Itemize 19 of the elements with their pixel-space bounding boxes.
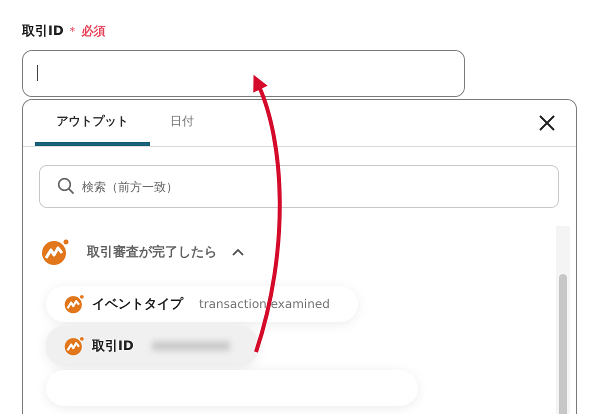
search-field[interactable]: 検索（前方一致） xyxy=(39,165,559,208)
search-icon xyxy=(57,177,75,195)
field-label: 取引ID xyxy=(22,23,64,40)
app-logo-icon xyxy=(64,336,84,356)
item-label: 取引ID xyxy=(92,338,134,355)
group-title[interactable]: 取引審査が完了したら xyxy=(87,243,217,261)
chevron-icon[interactable] xyxy=(231,247,245,257)
text-input-field[interactable] xyxy=(22,50,465,97)
text-cursor xyxy=(37,65,38,81)
app-logo-icon xyxy=(41,238,69,266)
close-icon[interactable] xyxy=(538,114,556,132)
tab[interactable]: 日付 xyxy=(156,100,208,146)
app-logo-icon xyxy=(64,294,84,314)
item-label: イベントタイプ xyxy=(92,296,183,313)
required-mark: ＊ xyxy=(66,23,79,40)
required-label: 必須 xyxy=(82,23,106,40)
scrollbar-thumb[interactable] xyxy=(559,274,567,414)
tab[interactable]: アウトプット xyxy=(35,100,150,146)
list-item[interactable]: 取引ID xyxy=(46,326,258,366)
